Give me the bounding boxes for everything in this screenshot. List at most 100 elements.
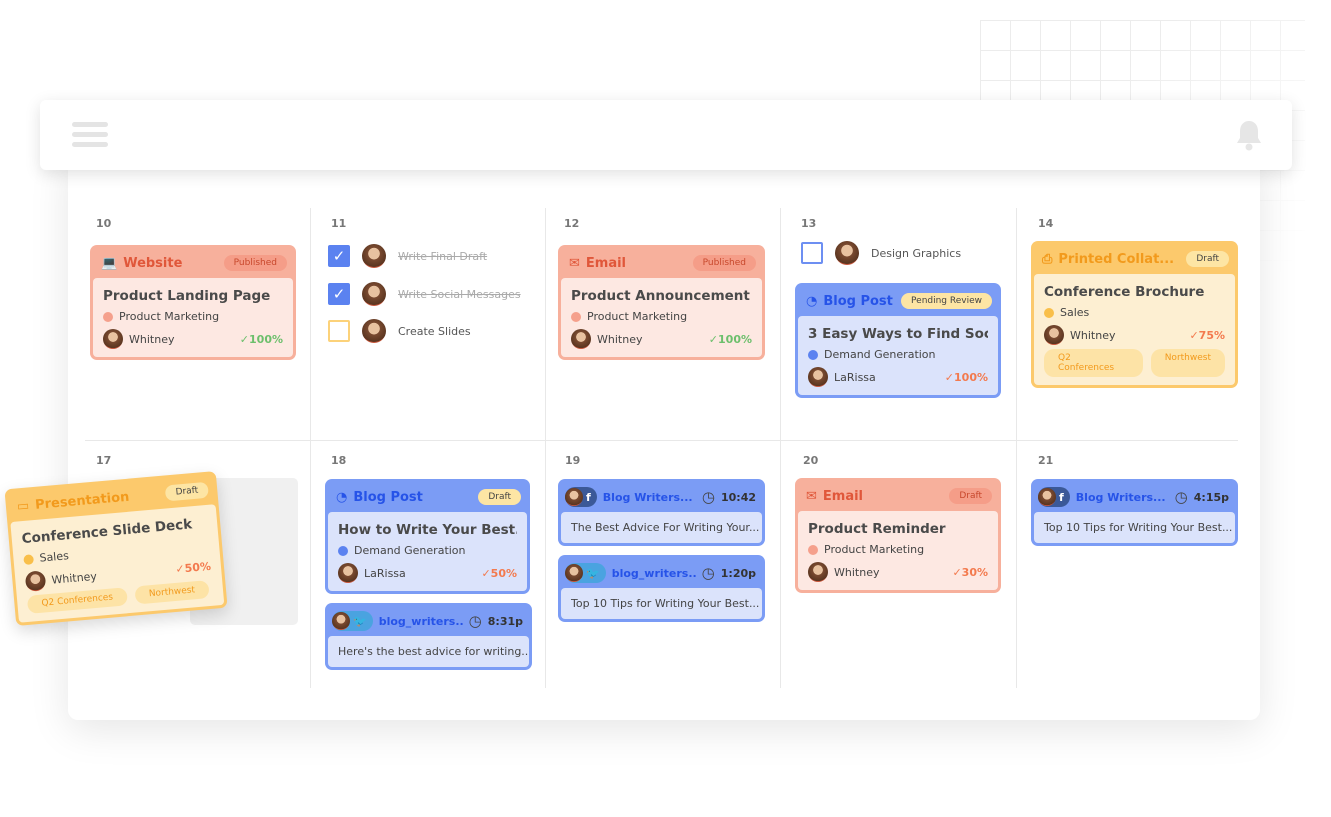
content-card[interactable]: 💻 Website Published Product Landing Page Pro… — [90, 245, 296, 360]
owner-name: LaRissa — [834, 370, 876, 384]
card-title: 3 Easy Ways to Find Social... — [808, 326, 988, 342]
progress: ✓30% — [952, 565, 988, 579]
owner-row: Whitney ✓100% — [571, 329, 752, 349]
tag[interactable]: Q2 Conferences — [1044, 349, 1143, 377]
social-post-card[interactable]: f Blog Writers... ◷ 10:42 The Best Advice Fo… — [558, 479, 765, 546]
owner-name: Whitney — [834, 565, 880, 579]
team-name: Sales — [1060, 306, 1090, 319]
content-card[interactable]: ✉ Email Draft Product Reminder Product Marke… — [795, 478, 1001, 593]
avatar — [565, 564, 583, 582]
content-card[interactable]: ◔ Blog Post Pending Review 3 Easy Ways to F… — [795, 283, 1001, 398]
task-label: Write Final Draft — [398, 249, 488, 263]
owner-name: Whitney — [50, 569, 98, 587]
task-label: Design Graphics — [871, 246, 962, 260]
owner-name: LaRissa — [364, 566, 406, 580]
content-card[interactable]: ◔ Blog Post Draft How to Write Your Best...… — [325, 479, 530, 594]
owner-row: Whitney ✓75% — [1044, 325, 1225, 345]
team-name: Sales — [38, 549, 70, 565]
avatar — [1044, 325, 1064, 345]
top-bar — [40, 100, 1292, 170]
card-body: Here's the best advice for writing... — [328, 636, 529, 667]
progress: ✓75% — [1189, 328, 1225, 342]
team-dot — [808, 544, 818, 555]
team-row: Demand Generation — [808, 348, 988, 361]
task-item[interactable]: ✓ Write Social Messages — [328, 282, 521, 306]
task-checkbox[interactable]: ✓ — [328, 283, 350, 305]
team-dot — [571, 311, 581, 322]
status-badge: Published — [223, 255, 287, 271]
post-time: 10:42 — [720, 490, 756, 504]
card-header: ✉ Email Published — [561, 248, 762, 278]
tag[interactable]: Q2 Conferences — [26, 587, 128, 614]
tag[interactable]: Northwest — [1150, 349, 1225, 377]
card-header: ◔ Blog Post Draft — [328, 482, 527, 512]
card-header: ◔ Blog Post Pending Review — [798, 286, 998, 316]
team-dot — [103, 311, 113, 322]
team-row: Product Marketing — [808, 543, 988, 556]
owner-name: Whitney — [597, 332, 643, 346]
tag[interactable]: Northwest — [134, 580, 210, 605]
card-title: Product Reminder — [808, 521, 946, 537]
owner-row: Whitney ✓100% — [103, 329, 283, 349]
social-post-card[interactable]: 🐦 blog_writers... ◷ 8:31p Here's the best ad… — [325, 603, 532, 670]
card-type: Blog Post — [353, 489, 423, 505]
card-header: f Blog Writers... ◷ 4:15p — [1034, 482, 1235, 512]
card-body: Product Announcement Product Marketing Whi… — [561, 278, 762, 357]
task-checkbox[interactable] — [328, 320, 350, 342]
card-type: Presentation — [34, 489, 130, 513]
content-card[interactable]: ▭ Presentation Draft Conference Slide Deck S… — [4, 471, 228, 626]
week-divider — [85, 440, 1238, 441]
team-name: Product Marketing — [119, 310, 220, 323]
owner-name: Whitney — [1070, 328, 1116, 342]
card-body: Top 10 Tips for Writing Your Best... — [1034, 512, 1235, 543]
card-header: f Blog Writers... ◷ 10:42 — [561, 482, 762, 512]
task-item[interactable]: Design Graphics — [801, 241, 961, 265]
calendar-panel — [68, 150, 1260, 720]
social-badge: f — [1038, 487, 1070, 507]
clock-icon: ◷ — [701, 564, 715, 582]
task-checkbox[interactable]: ✓ — [328, 245, 350, 267]
team-name: Demand Generation — [824, 348, 936, 361]
printer-icon: ⎙ — [1042, 251, 1053, 267]
owner-name: Whitney — [129, 332, 175, 346]
social-badge: 🐦 — [565, 563, 606, 583]
post-time: 8:31p — [487, 614, 523, 628]
day-number: 19 — [565, 454, 581, 467]
card-title: Conference Brochure — [1044, 284, 1205, 300]
task-item[interactable]: Create Slides — [328, 319, 471, 343]
day-number: 10 — [96, 217, 112, 230]
task-item[interactable]: ✓ Write Final Draft — [328, 244, 487, 268]
column-divider — [310, 208, 311, 688]
avatar — [565, 488, 583, 506]
card-type: Email — [822, 488, 864, 504]
avatar — [835, 241, 859, 265]
owner-row: Whitney ✓30% — [808, 562, 988, 582]
team-name: Product Marketing — [587, 310, 688, 323]
card-body: Conference Slide Deck Sales Whitney ✓50% Q2 … — [10, 504, 225, 623]
card-body: Product Landing Page Product Marketing Whi… — [93, 278, 293, 357]
card-type: Blog Post — [823, 293, 893, 309]
progress: ✓100% — [239, 332, 283, 346]
avatar — [808, 367, 828, 387]
day-number: 13 — [801, 217, 817, 230]
content-card[interactable]: ✉ Email Published Product Announcement Produ… — [558, 245, 765, 360]
envelope-icon: ✉ — [806, 488, 817, 504]
task-checkbox[interactable] — [801, 242, 823, 264]
team-row: Product Marketing — [571, 310, 752, 323]
avatar — [362, 319, 386, 343]
presentation-icon: ▭ — [16, 497, 30, 514]
column-divider — [1016, 208, 1017, 688]
card-body: Top 10 Tips for Writing Your Best... — [561, 588, 762, 619]
social-post-card[interactable]: 🐦 blog_writers... ◷ 1:20p Top 10 Tips for Wr… — [558, 555, 765, 622]
team-dot — [338, 545, 348, 556]
column-divider — [780, 208, 781, 688]
bell-icon[interactable] — [1234, 118, 1264, 152]
progress: ✓100% — [708, 332, 752, 346]
team-dot — [1044, 307, 1054, 318]
content-card[interactable]: ⎙ Printed Collat... Draft Conference Brochu… — [1031, 241, 1238, 388]
clock-icon: ◷ — [1174, 488, 1188, 506]
social-post-card[interactable]: f Blog Writers... ◷ 4:15p Top 10 Tips for Wr… — [1031, 479, 1238, 546]
progress: ✓50% — [481, 566, 517, 580]
day-number: 14 — [1038, 217, 1054, 230]
hamburger-icon[interactable] — [72, 122, 108, 152]
